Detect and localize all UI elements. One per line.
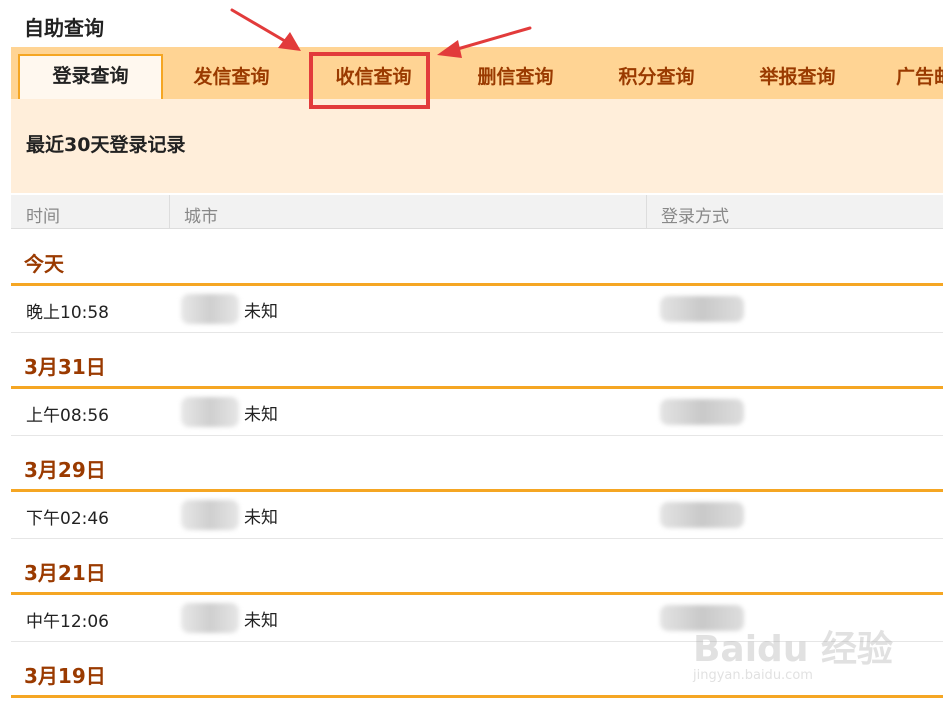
- baidu-watermark: Baidu 经验 jingyan.baidu.com: [693, 620, 893, 683]
- arrow-right-icon: [437, 26, 532, 58]
- arrow-left-icon: [230, 8, 301, 51]
- annotation-arrows: [230, 8, 532, 58]
- watermark-brand: Baidu 经验: [692, 629, 893, 670]
